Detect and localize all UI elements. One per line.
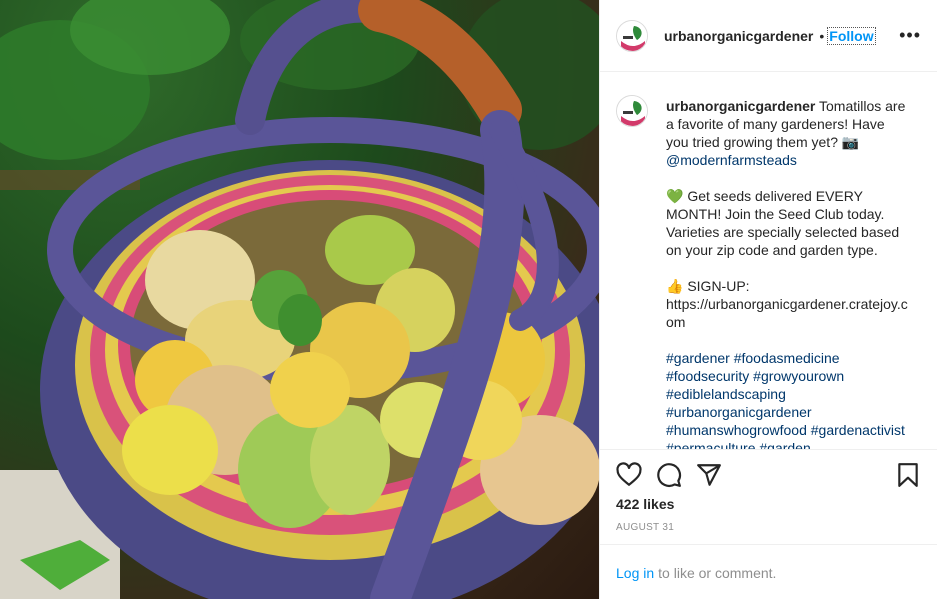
comment-icon[interactable] — [656, 462, 682, 488]
bookmark-icon[interactable] — [895, 462, 921, 488]
post-author-username[interactable]: urbanorganicgardener — [664, 28, 813, 44]
separator-dot: • — [819, 27, 825, 44]
caption-avatar[interactable] — [616, 95, 648, 127]
login-prompt-text: to like or comment. — [658, 564, 777, 581]
post-actions: 422 likes AUGUST 31 Log in to like or co… — [600, 449, 937, 599]
caption-hashtags[interactable]: #gardener #foodasmedicine #foodsecurity … — [666, 350, 909, 449]
tomatillo-basket-image — [0, 0, 599, 599]
caption-text: urbanorganicgardener Tomatillos are a fa… — [666, 97, 908, 449]
brand-logo-icon — [617, 96, 647, 126]
caption-signup-label: 👍 SIGN-UP: — [666, 278, 750, 294]
follow-button[interactable]: Follow — [827, 26, 876, 45]
post-header: urbanorganicgardener • Follow ••• — [600, 0, 937, 72]
brand-logo-icon — [617, 20, 647, 51]
more-options-icon[interactable]: ••• — [899, 26, 921, 44]
action-icons — [616, 462, 921, 488]
caption-signup-url: https://urbanorganicgardener.cratejoy.co… — [666, 296, 908, 330]
login-link[interactable]: Log in — [616, 565, 654, 581]
login-to-comment-bar: Log in to like or comment. — [600, 544, 937, 599]
caption: urbanorganicgardener Tomatillos are a fa… — [616, 95, 921, 449]
heart-icon[interactable] — [616, 462, 642, 488]
avatar[interactable] — [616, 19, 648, 52]
caption-username[interactable]: urbanorganicgardener — [666, 98, 815, 114]
share-icon[interactable] — [696, 462, 722, 488]
caption-seed-club: 💚 Get seeds delivered EVERY MONTH! Join … — [666, 188, 904, 258]
post-date[interactable]: AUGUST 31 — [616, 522, 674, 533]
post-photo[interactable] — [0, 0, 599, 599]
caption-scroll-area[interactable]: urbanorganicgardener Tomatillos are a fa… — [600, 73, 937, 449]
likes-count[interactable]: 422 likes — [616, 496, 674, 512]
caption-mention-link[interactable]: @modernfarmsteads — [666, 152, 797, 168]
post-details-panel: urbanorganicgardener • Follow ••• urbano… — [599, 0, 937, 599]
